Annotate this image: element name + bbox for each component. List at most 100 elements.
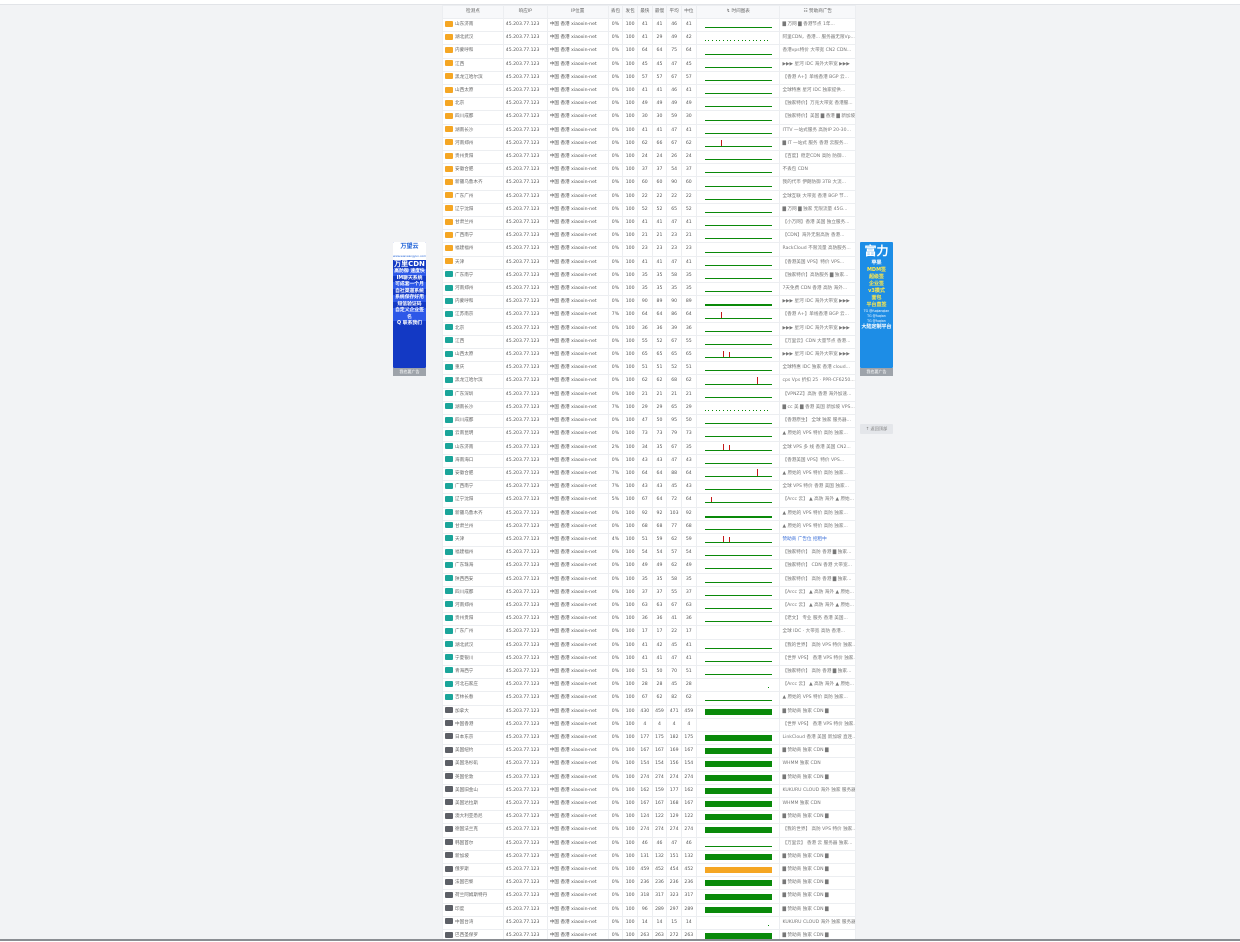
isp-badge bbox=[445, 178, 453, 185]
sponsor-remark[interactable]: 不丢包 CDN bbox=[779, 163, 856, 178]
sponsor-remark[interactable]: 阿里CDN，香港... 服务器无限Vp... bbox=[779, 31, 856, 46]
sponsor-remark[interactable]: 全球 IDC · 大带宽 高防 香港... bbox=[779, 625, 856, 640]
sponsor-remark[interactable]: ▇ 赞助商 独家 CDN ▇ bbox=[779, 704, 856, 719]
sponsor-remark[interactable]: ▲ 原始的 VPS 特价 高防 独家... bbox=[779, 506, 856, 521]
trend-line bbox=[704, 251, 772, 253]
sponsor-remark[interactable]: 【老文】 专业 服务 香港 美国... bbox=[779, 612, 856, 627]
sponsor-link[interactable]: 赞助商 广告位 招租中 bbox=[779, 532, 856, 548]
right-sponsor-ad[interactable]: 富力 苹果 MDM签 超级签 企业签 v3模式 面包 平台直签 TG @fuqianqian… bbox=[860, 242, 893, 368]
sponsor-remark[interactable]: 【百度】稳定CDN 高防 防御... bbox=[779, 150, 856, 165]
sponsor-remark[interactable]: ▇ cc 美 ▇ 香港 美国 新加坡 VPS... bbox=[779, 400, 856, 416]
sponsor-remark[interactable]: ▇ 赞助商 独家 CDN ▇ bbox=[779, 889, 856, 904]
sponsor-remark[interactable]: 【香港美国 VPS】特价 VPS... bbox=[779, 453, 856, 468]
sponsor-remark[interactable]: 【CDN】海外无限高防 香港... bbox=[779, 229, 856, 244]
trend-chart bbox=[704, 812, 772, 823]
sponsor-remark[interactable]: LinkCloud 香港 美国 新加坡 直连... bbox=[779, 730, 856, 746]
cell-med: 62 bbox=[680, 374, 697, 389]
cell-best: 41 bbox=[636, 84, 653, 99]
sponsor-remark[interactable]: 【世界 VPS】 香港 VPS 特价 独家... bbox=[779, 717, 856, 732]
sponsor-remark[interactable]: 【独家特价】 高防 香港 ▇ 独家... bbox=[779, 664, 856, 680]
sponsor-remark[interactable]: ▇ 赞助商 独家 CDN ▇ bbox=[779, 862, 856, 878]
sponsor-remark[interactable]: 【万里云】CDN 大量节点 香港... bbox=[779, 334, 856, 350]
sponsor-remark[interactable]: 【Arcc 云】 ▲ 高防 海外 ▲ 原始... bbox=[779, 678, 856, 693]
sponsor-remark[interactable]: WHMM 独家 CDN bbox=[779, 796, 856, 812]
sponsor-remark[interactable]: 【世界 VPS】 香港 VPS 特价 独家... bbox=[779, 651, 856, 666]
isp-badge bbox=[445, 284, 453, 291]
sponsor-remark[interactable]: KUKURU CLOUD 海外 独家 服务器 bbox=[779, 915, 856, 931]
sponsor-remark[interactable]: 【万里云】 香港 云 服务器 独家... bbox=[779, 836, 856, 851]
sponsor-remark[interactable]: 全球 VPS 多 线 香港 美国 CN2... bbox=[779, 440, 856, 455]
sponsor-remark[interactable]: 7天免费 CDN 香港 高防 海外... bbox=[779, 282, 856, 297]
cell-loss: 0% bbox=[607, 321, 624, 336]
left-ad-brand: 万望云 www.wanwangyun.com bbox=[393, 242, 426, 260]
sponsor-remark[interactable]: 【独家特价】万兆大带宽 香港服... bbox=[779, 97, 856, 112]
trend-dot bbox=[760, 489, 762, 491]
sponsor-remark[interactable]: ▲ 原始的 VPS 特价 高防 独家... bbox=[779, 466, 856, 482]
sponsor-remark[interactable]: 【我的世界】 高防 VPS 特价 独家... bbox=[779, 638, 856, 653]
cell-med: 28 bbox=[680, 678, 697, 693]
sponsor-remark[interactable]: 【Arcc 云】 ▲ 高防 海外 ▲ 原始... bbox=[779, 585, 856, 600]
sponsor-remark[interactable]: ▇ 赞助商 独家 CDN ▇ bbox=[779, 902, 856, 917]
back-to-top-button[interactable]: ↑ 返回顶部 bbox=[860, 424, 893, 434]
sponsor-remark[interactable]: ▶▶▶ 星河 IDC 海外大带宽 ▶▶▶ bbox=[779, 321, 856, 336]
sponsor-remark[interactable]: WHMM 独家 CDN bbox=[779, 757, 856, 772]
sponsor-remark[interactable]: 全球特惠 星河 IDC 独家提供... bbox=[779, 84, 856, 99]
sponsor-remark[interactable]: 【我的世界】 高防 VPS 特价 独家... bbox=[779, 823, 856, 838]
left-sponsor-ad[interactable]: 万望云 www.wanwangyun.com 万里CDN 高防御 速度快 IM聊天… bbox=[393, 242, 426, 368]
cell-loss: 0% bbox=[607, 889, 624, 904]
sponsor-remark[interactable]: ▇ 赞助商 独家 CDN ▇ bbox=[779, 849, 856, 865]
sponsor-remark[interactable]: ▇ 万网 ▇ 独家 无限流量 45G... bbox=[779, 202, 856, 218]
sponsor-remark[interactable]: cps Vps 折扣 25 · PPR-CF6250... bbox=[779, 374, 856, 389]
cell-worst: 59 bbox=[651, 532, 668, 548]
sponsor-remark[interactable]: ▇ 赞助商 独家 CDN ▇ bbox=[779, 810, 856, 825]
sponsor-remark[interactable]: ▇ IT 一站式 服务 香港 云服务... bbox=[779, 136, 856, 152]
sponsor-remark[interactable]: 【香港美国 VPS】特价 VPS... bbox=[779, 255, 856, 270]
sponsor-remark[interactable]: ▇ 赞助商 独家 CDN ▇ bbox=[779, 770, 856, 785]
isp-badge bbox=[445, 456, 453, 463]
sponsor-remark[interactable]: 全球特惠 IDC 独家 香港 cloud... bbox=[779, 361, 856, 376]
sponsor-remark[interactable]: ▲ 原始的 VPS 特价 高防 独家... bbox=[779, 427, 856, 442]
sponsor-remark[interactable]: KUKURU CLOUD 海外 独家 服务器 bbox=[779, 783, 856, 798]
sponsor-remark[interactable]: 【小万网】香港 美国 独立服务... bbox=[779, 216, 856, 231]
node-name: 四川成都 bbox=[455, 589, 474, 595]
cell-loc: 中国 香港 xiaoxin-net bbox=[546, 57, 609, 72]
table-row: 安徽合肥 45.203.77.123 中国 香港 xiaoxin-net 0% 100 3… bbox=[442, 163, 856, 178]
sponsor-remark[interactable]: 【独家特价】 高防 香港 ▇ 独家... bbox=[779, 572, 856, 587]
sponsor-remark[interactable]: 【Arcc 云】 ▲ 高防 海外 ▲ 原始... bbox=[779, 493, 856, 508]
right-ad-label[interactable]: 我也要广告 bbox=[860, 368, 893, 376]
table-row: 新疆乌鲁木齐 45.203.77.123 中国 香港 xiaoxin-net 0% 10… bbox=[442, 176, 856, 191]
sponsor-remark[interactable]: 全球互联 大带宽 香港 BGP 节... bbox=[779, 189, 856, 204]
trend-spike bbox=[720, 311, 722, 318]
sponsor-remark[interactable]: 【独家特价】美国 ▇ 香港 ▇ 新加坡... bbox=[779, 110, 856, 125]
sponsor-remark[interactable]: 【香港 A+】单线香港 BGP 云... bbox=[779, 308, 856, 323]
cell-med: 49 bbox=[680, 559, 697, 574]
trend-chart bbox=[704, 759, 772, 770]
node-cell: 德国法兰克 bbox=[442, 823, 504, 838]
trend-chart bbox=[704, 548, 772, 559]
sponsor-remark[interactable]: ▶▶▶ 星河 IDC 海外大带宽 ▶▶▶ bbox=[779, 57, 856, 72]
sponsor-remark[interactable]: 【香港 A+】单线香港 BGP 云... bbox=[779, 70, 856, 86]
sponsor-remark[interactable]: ▇ 万网 ▇ 香港节点 1年... bbox=[779, 17, 856, 33]
table-row: 北京 45.203.77.123 中国 香港 xiaoxin-net 0% 100 49 4… bbox=[442, 97, 856, 112]
sponsor-remark[interactable]: 【香港原生】 全球 独家 服务器... bbox=[779, 414, 856, 429]
trend-chart bbox=[704, 204, 772, 215]
sponsor-remark[interactable]: RackCloud 不限流量 高防服务... bbox=[779, 242, 856, 257]
sponsor-remark[interactable]: ITTV 一站式服务 高防IP 20-30... bbox=[779, 123, 856, 138]
node-cell: 安徽合肥 bbox=[442, 163, 504, 178]
sponsor-remark[interactable]: 【Arcc 云】 ▲ 高防 海外 ▲ 原始... bbox=[779, 598, 856, 614]
sponsor-remark[interactable]: ▶▶▶ 星河 IDC 海外大带宽 ▶▶▶ bbox=[779, 295, 856, 310]
sponsor-remark[interactable]: 【独家特价】高防服务 ▇ 独家... bbox=[779, 268, 856, 284]
sponsor-remark[interactable]: ▇ 赞助商 独家 CDN ▇ bbox=[779, 876, 856, 891]
sponsor-remark[interactable]: 全球 VPS 特价 香港 美国 独家... bbox=[779, 480, 856, 495]
sponsor-remark[interactable]: 【独家特价】 CDN 香港 大带宽... bbox=[779, 559, 856, 574]
sponsor-remark[interactable]: ▶▶▶ 星河 IDC 海外大带宽 ▶▶▶ bbox=[779, 348, 856, 363]
sponsor-remark[interactable]: ▲ 原始的 VPS 特价 高防 独家... bbox=[779, 519, 856, 534]
left-ad-label[interactable]: 我也要广告 bbox=[393, 368, 426, 376]
sponsor-remark[interactable]: ▲ 原始的 VPS 特价 高防 独家... bbox=[779, 691, 856, 706]
sponsor-remark[interactable]: 【VPNZZ】高防 香港 海外加速... bbox=[779, 387, 856, 402]
sponsor-remark[interactable]: ▇ 赞助商 独家 CDN ▇ bbox=[779, 744, 856, 759]
cell-med: 73 bbox=[680, 427, 697, 442]
sponsor-remark[interactable]: 【独家特价】 高防 香港 ▇ 独家... bbox=[779, 546, 856, 561]
sponsor-remark[interactable]: 我的代币 伊朗防御 3TB 大流... bbox=[779, 176, 856, 191]
sponsor-remark[interactable]: 香港vps特价 大带宽 CN2 CDN... bbox=[779, 44, 856, 59]
